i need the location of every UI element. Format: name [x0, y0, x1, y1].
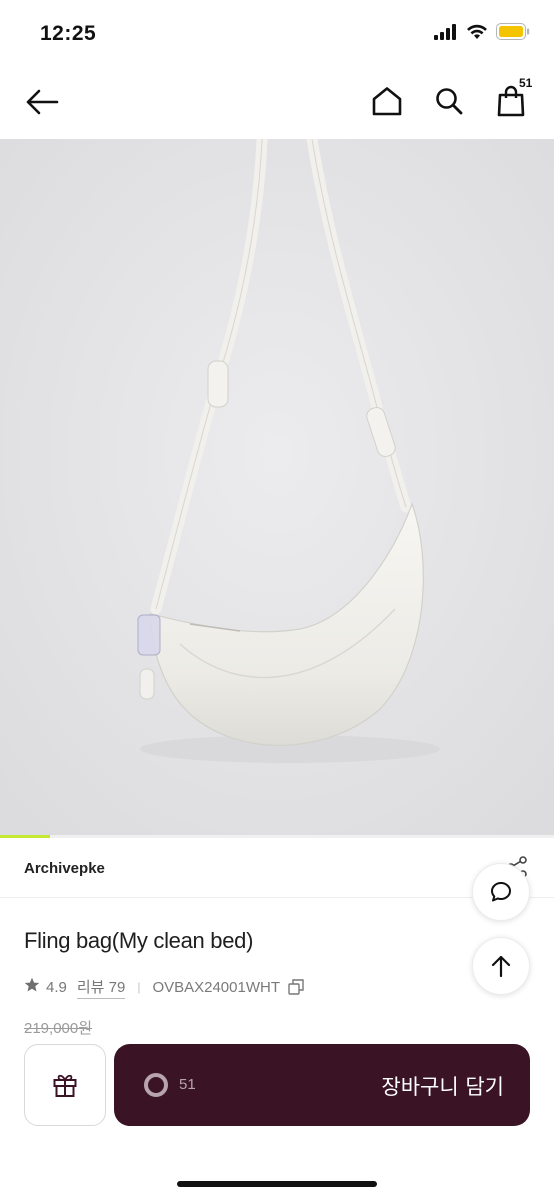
back-arrow-icon — [26, 89, 59, 115]
home-button[interactable] — [368, 82, 406, 120]
copy-code-button[interactable] — [288, 979, 304, 995]
scroll-top-button[interactable] — [472, 937, 530, 995]
cart-count-badge: 51 — [519, 76, 533, 90]
battery-icon — [496, 23, 530, 45]
gift-button[interactable] — [24, 1044, 106, 1126]
search-icon — [436, 88, 463, 115]
status-icons — [434, 22, 530, 46]
product-code: OVBAX24001WHT — [152, 978, 280, 996]
product-name: Fling bag(My clean bed) — [24, 928, 254, 953]
back-button[interactable] — [22, 84, 62, 120]
brand-name[interactable]: Archivepke — [24, 860, 105, 877]
home-indicator — [177, 1181, 377, 1187]
product-meta-row: 4.9 리뷰 79 | OVBAX24001WHT — [24, 975, 304, 999]
chat-button[interactable] — [472, 863, 530, 921]
heart-ring-icon — [144, 1073, 168, 1097]
copy-icon — [288, 979, 304, 995]
star-icon — [24, 977, 40, 997]
rating-value: 4.9 — [46, 978, 67, 996]
original-price: 219,000원 — [24, 1020, 93, 1037]
gift-icon — [53, 1074, 77, 1097]
bag-photo — [0, 139, 554, 837]
home-icon — [372, 87, 402, 116]
status-time: 12:25 — [40, 22, 97, 45]
cellular-signal-icon — [434, 23, 458, 45]
review-count-link[interactable]: 리뷰 79 — [76, 976, 126, 999]
top-nav: 51 — [0, 66, 554, 138]
add-to-cart-label: 장바구니 담기 — [381, 1075, 504, 1099]
chat-bubble-icon — [491, 882, 511, 902]
brand-row: Archivepke — [0, 838, 554, 898]
arrow-up-icon — [491, 955, 511, 978]
like-count: 51 — [179, 1076, 196, 1093]
wifi-icon — [466, 24, 488, 45]
add-to-cart-button[interactable]: 51 장바구니 담기 — [114, 1044, 530, 1126]
like-button[interactable] — [142, 1071, 170, 1104]
product-image[interactable] — [0, 139, 554, 837]
status-bar: 12:25 — [0, 0, 554, 66]
meta-divider: | — [137, 980, 141, 994]
search-button[interactable] — [430, 82, 468, 120]
